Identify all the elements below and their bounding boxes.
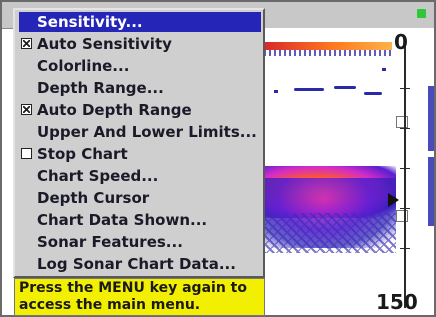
menu-item-label: Log Sonar Chart Data... [37,255,236,273]
fish-arch [334,86,356,89]
menu-item-log-sonar-chart-data[interactable]: Log Sonar Chart Data... [19,254,261,274]
menu-item-label: Depth Cursor [37,189,150,207]
bottom-depth-arrow-icon [388,193,399,207]
menu-item-auto-depth-range[interactable]: Auto Depth Range [19,100,261,120]
sonar-return [382,68,386,71]
menu-item-label: Auto Sensitivity [37,35,172,53]
menu-item-label: Auto Depth Range [37,101,192,119]
sonar-screen: 0 150 Sensitivity... Auto Sensitivity Co… [0,0,436,317]
menu-item-label: Sonar Features... [37,233,183,251]
menu-item-label: Chart Speed... [37,167,159,185]
menu-item-depth-cursor[interactable]: Depth Cursor [19,188,261,208]
status-led-icon [417,9,426,18]
depth-scale-bottom: 150 [376,290,418,314]
surface-clutter-speckle [264,50,392,56]
depth-scale: 0 150 [376,28,434,315]
sonar-return [274,90,278,93]
depth-tick [400,248,410,249]
checkbox-checked-icon[interactable] [21,104,32,115]
menu-item-upper-lower-limits[interactable]: Upper And Lower Limits... [19,122,261,142]
menu-item-depth-range[interactable]: Depth Range... [19,78,261,98]
depth-tick [400,208,410,209]
menu-item-chart-speed[interactable]: Chart Speed... [19,166,261,186]
sonar-chart: 0 150 [264,28,434,315]
depth-tick [400,168,410,169]
fish-arch [364,92,382,95]
menu-item-label: Stop Chart [37,145,128,163]
menu-item-auto-sensitivity[interactable]: Auto Sensitivity [19,34,261,54]
checkbox-unchecked-icon[interactable] [21,148,32,159]
fish-arch [294,88,324,91]
menu-item-sensitivity[interactable]: Sensitivity... [19,12,261,32]
checkbox-checked-icon[interactable] [21,38,32,49]
sonar-menu: Sensitivity... Auto Sensitivity Colorlin… [13,8,265,278]
depth-tick [400,88,410,89]
depth-tick [400,128,410,129]
menu-item-label: Upper And Lower Limits... [37,123,257,141]
menu-item-colorline[interactable]: Colorline... [19,56,261,76]
bottom-speckle [264,213,396,253]
menu-item-label: Depth Range... [37,79,164,97]
surface-clutter [264,42,392,50]
menu-item-label: Chart Data Shown... [37,211,208,229]
help-hint: Press the MENU key again to access the m… [14,278,265,316]
menu-item-stop-chart[interactable]: Stop Chart [19,144,261,164]
menu-item-sonar-features[interactable]: Sonar Features... [19,232,261,252]
depth-scale-line [404,38,406,308]
depth-scale-top: 0 [394,30,408,54]
menu-item-label: Colorline... [37,57,130,75]
menu-item-label: Sensitivity... [37,13,143,31]
menu-item-chart-data-shown[interactable]: Chart Data Shown... [19,210,261,230]
